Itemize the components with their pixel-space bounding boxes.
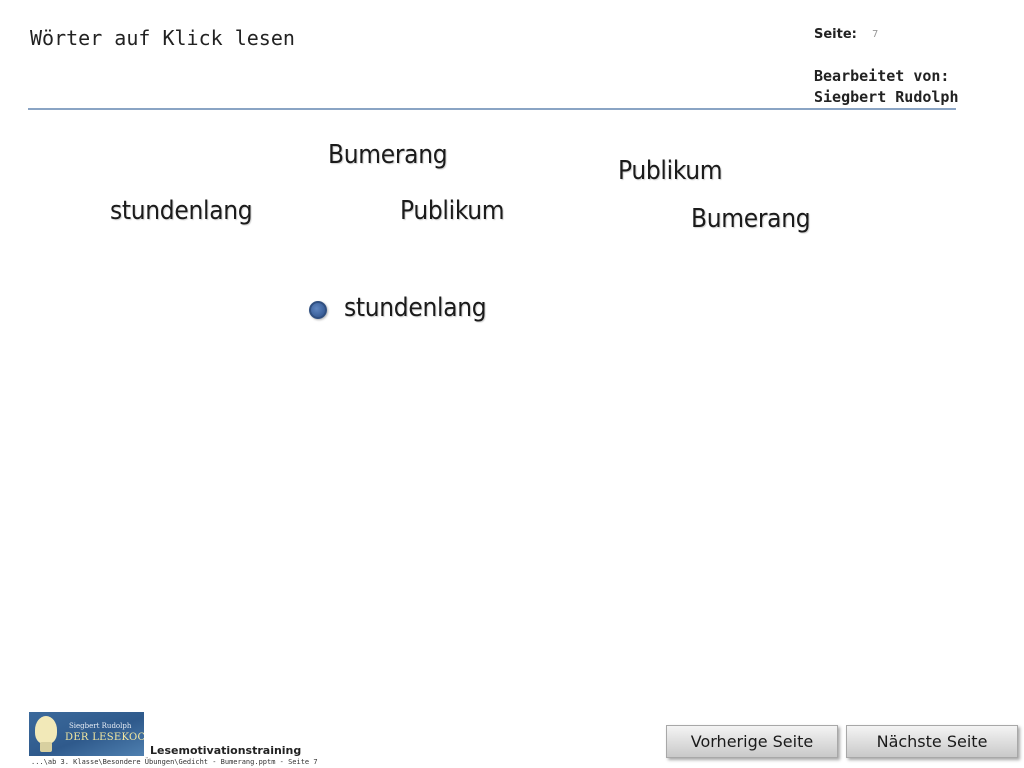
- header-divider: [28, 108, 956, 110]
- editor-name: Siegbert Rudolph: [814, 88, 959, 106]
- next-page-button[interactable]: Nächste Seite: [846, 725, 1018, 758]
- footer-file-path: ...\ab 3. Klasse\Besondere Übungen\Gedic…: [31, 758, 318, 766]
- editor-info: Bearbeitet von: Siegbert Rudolph: [814, 66, 959, 108]
- page-title: Wörter auf Klick lesen: [30, 26, 295, 50]
- word-stundenlang-2[interactable]: stundenlang: [344, 293, 487, 323]
- footer-label: Lesemotivationstraining: [150, 744, 302, 757]
- logo-author: Siegbert Rudolph: [69, 722, 132, 730]
- word-bumerang-1[interactable]: Bumerang: [328, 140, 448, 170]
- lightbulb-base-icon: [40, 742, 52, 752]
- word-bumerang-2[interactable]: Bumerang: [691, 204, 811, 234]
- page-number-label: Seite:: [814, 27, 857, 42]
- logo-brand: DER LESEKOCH: [65, 732, 144, 743]
- lightbulb-icon: [35, 716, 57, 744]
- word-publikum-1[interactable]: Publikum: [618, 156, 723, 186]
- editor-label: Bearbeitet von:: [814, 67, 950, 85]
- lesekoch-logo: Siegbert Rudolph DER LESEKOCH: [29, 712, 144, 756]
- word-publikum-2[interactable]: Publikum: [400, 196, 505, 226]
- word-stundenlang-1[interactable]: stundenlang: [110, 196, 253, 226]
- page-number: 7: [872, 29, 879, 40]
- previous-page-button[interactable]: Vorherige Seite: [666, 725, 838, 758]
- bullet-icon: [309, 301, 327, 319]
